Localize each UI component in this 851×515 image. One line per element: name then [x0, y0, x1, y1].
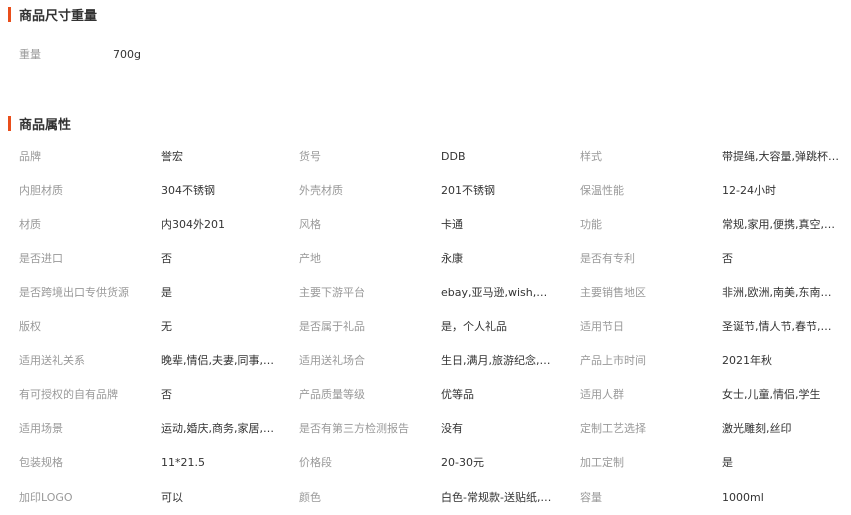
attribute-label: 加印LOGO: [19, 491, 73, 504]
attribute-label: 风格: [299, 218, 321, 231]
attribute-value: 非洲,欧洲,南美,东南…: [722, 286, 832, 299]
attribute-label: 是否跨境出口专供货源: [19, 286, 129, 299]
attribute-label: 定制工艺选择: [580, 422, 646, 435]
attribute-value: 是: [722, 456, 733, 469]
attribute-row: 适用场景 运动,婚庆,商务,家居,… 是否有第三方检测报告 没有 定制工艺选择 …: [0, 420, 851, 438]
attribute-label: 是否属于礼品: [299, 320, 365, 333]
attribute-label: 颜色: [299, 491, 321, 504]
attribute-label: 是否进口: [19, 252, 63, 265]
title-accent-bar: [8, 115, 11, 131]
attribute-value: 永康: [441, 252, 463, 265]
attribute-label: 内胆材质: [19, 184, 63, 197]
attribute-value: 激光雕刻,丝印: [722, 422, 792, 435]
attribute-value: 誉宏: [161, 150, 183, 163]
attribute-value: DDB: [441, 150, 466, 163]
size-weight-title: 商品尺寸重量: [19, 8, 98, 24]
attribute-label: 加工定制: [580, 456, 624, 469]
attribute-value: 无: [161, 320, 172, 333]
attribute-value: ebay,亚马逊,wish,速…: [441, 286, 553, 299]
attribute-value: 优等品: [441, 388, 474, 401]
attribute-value: 生日,满月,旅游纪念,…: [441, 354, 551, 367]
attribute-row: 版权 无 是否属于礼品 是，个人礼品 适用节日 圣诞节,情人节,春节,…: [0, 318, 851, 336]
attribute-value: 白色-常规款-送贴纸,…: [441, 491, 552, 504]
attribute-value: 201不锈钢: [441, 184, 495, 197]
attribute-value: 晚辈,情侣,夫妻,同事,…: [161, 354, 274, 367]
attribute-value: 女士,儿童,情侣,学生: [722, 388, 821, 401]
attribute-label: 产地: [299, 252, 321, 265]
attribute-value: 1000ml: [722, 491, 764, 504]
attribute-label: 是否有专利: [580, 252, 635, 265]
attribute-label: 外壳材质: [299, 184, 343, 197]
attribute-label: 有可授权的自有品牌: [19, 388, 118, 401]
attribute-value: 2021年秋: [722, 354, 772, 367]
attribute-label: 适用人群: [580, 388, 624, 401]
attribute-value: 卡通: [441, 218, 463, 231]
attribute-label: 主要下游平台: [299, 286, 365, 299]
attribute-value: 是，个人礼品: [441, 320, 507, 333]
attribute-value: 304不锈钢: [161, 184, 215, 197]
attribute-row: 适用送礼关系 晚辈,情侣,夫妻,同事,… 适用送礼场合 生日,满月,旅游纪念,……: [0, 352, 851, 370]
attribute-row: 品牌 誉宏 货号 DDB 样式 带提绳,大容量,弹跳杯…: [0, 148, 851, 166]
attributes-title: 商品属性: [19, 117, 72, 133]
size-weight-section-title: 商品尺寸重量: [8, 6, 98, 24]
attribute-label: 产品质量等级: [299, 388, 365, 401]
attribute-label: 主要销售地区: [580, 286, 646, 299]
attribute-value: 常规,家用,便携,真空,…: [722, 218, 835, 231]
attribute-row: 加印LOGO 可以 颜色 白色-常规款-送贴纸,… 容量 1000ml: [0, 489, 851, 507]
attribute-label: 版权: [19, 320, 41, 333]
attribute-label: 样式: [580, 150, 602, 163]
attribute-label: 适用场景: [19, 422, 63, 435]
attribute-value: 12-24小时: [722, 184, 776, 197]
attribute-value: 20-30元: [441, 456, 484, 469]
attribute-label: 价格段: [299, 456, 332, 469]
weight-value: 700g: [113, 48, 141, 61]
attribute-value: 运动,婚庆,商务,家居,…: [161, 422, 274, 435]
attribute-value: 否: [161, 252, 172, 265]
attribute-label: 适用送礼关系: [19, 354, 85, 367]
attributes-section-title: 商品属性: [8, 115, 72, 133]
attribute-label: 是否有第三方检测报告: [299, 422, 409, 435]
weight-label: 重量: [19, 48, 41, 61]
attribute-label: 保温性能: [580, 184, 624, 197]
attribute-value: 否: [722, 252, 733, 265]
attribute-label: 产品上市时间: [580, 354, 646, 367]
attribute-label: 包装规格: [19, 456, 63, 469]
attribute-row: 是否进口 否 产地 永康 是否有专利 否: [0, 250, 851, 268]
attribute-value: 否: [161, 388, 172, 401]
attribute-value: 带提绳,大容量,弹跳杯…: [722, 150, 839, 163]
attribute-label: 适用送礼场合: [299, 354, 365, 367]
attribute-row: 材质 内304外201 风格 卡通 功能 常规,家用,便携,真空,…: [0, 216, 851, 234]
attribute-row: 是否跨境出口专供货源 是 主要下游平台 ebay,亚马逊,wish,速… 主要销…: [0, 284, 851, 302]
attribute-value: 是: [161, 286, 172, 299]
attribute-row: 有可授权的自有品牌 否 产品质量等级 优等品 适用人群 女士,儿童,情侣,学生: [0, 386, 851, 404]
title-accent-bar: [8, 6, 11, 22]
attribute-label: 品牌: [19, 150, 41, 163]
attribute-label: 货号: [299, 150, 321, 163]
attribute-label: 材质: [19, 218, 41, 231]
attribute-label: 适用节日: [580, 320, 624, 333]
attribute-value: 圣诞节,情人节,春节,…: [722, 320, 832, 333]
attribute-value: 没有: [441, 422, 463, 435]
weight-row: 重量 700g: [0, 46, 851, 64]
attribute-value: 可以: [161, 491, 183, 504]
attribute-value: 11*21.5: [161, 456, 205, 469]
attribute-row: 内胆材质 304不锈钢 外壳材质 201不锈钢 保温性能 12-24小时: [0, 182, 851, 200]
attribute-label: 功能: [580, 218, 602, 231]
attribute-label: 容量: [580, 491, 602, 504]
attribute-row: 包装规格 11*21.5 价格段 20-30元 加工定制 是: [0, 454, 851, 472]
attribute-value: 内304外201: [161, 218, 225, 231]
